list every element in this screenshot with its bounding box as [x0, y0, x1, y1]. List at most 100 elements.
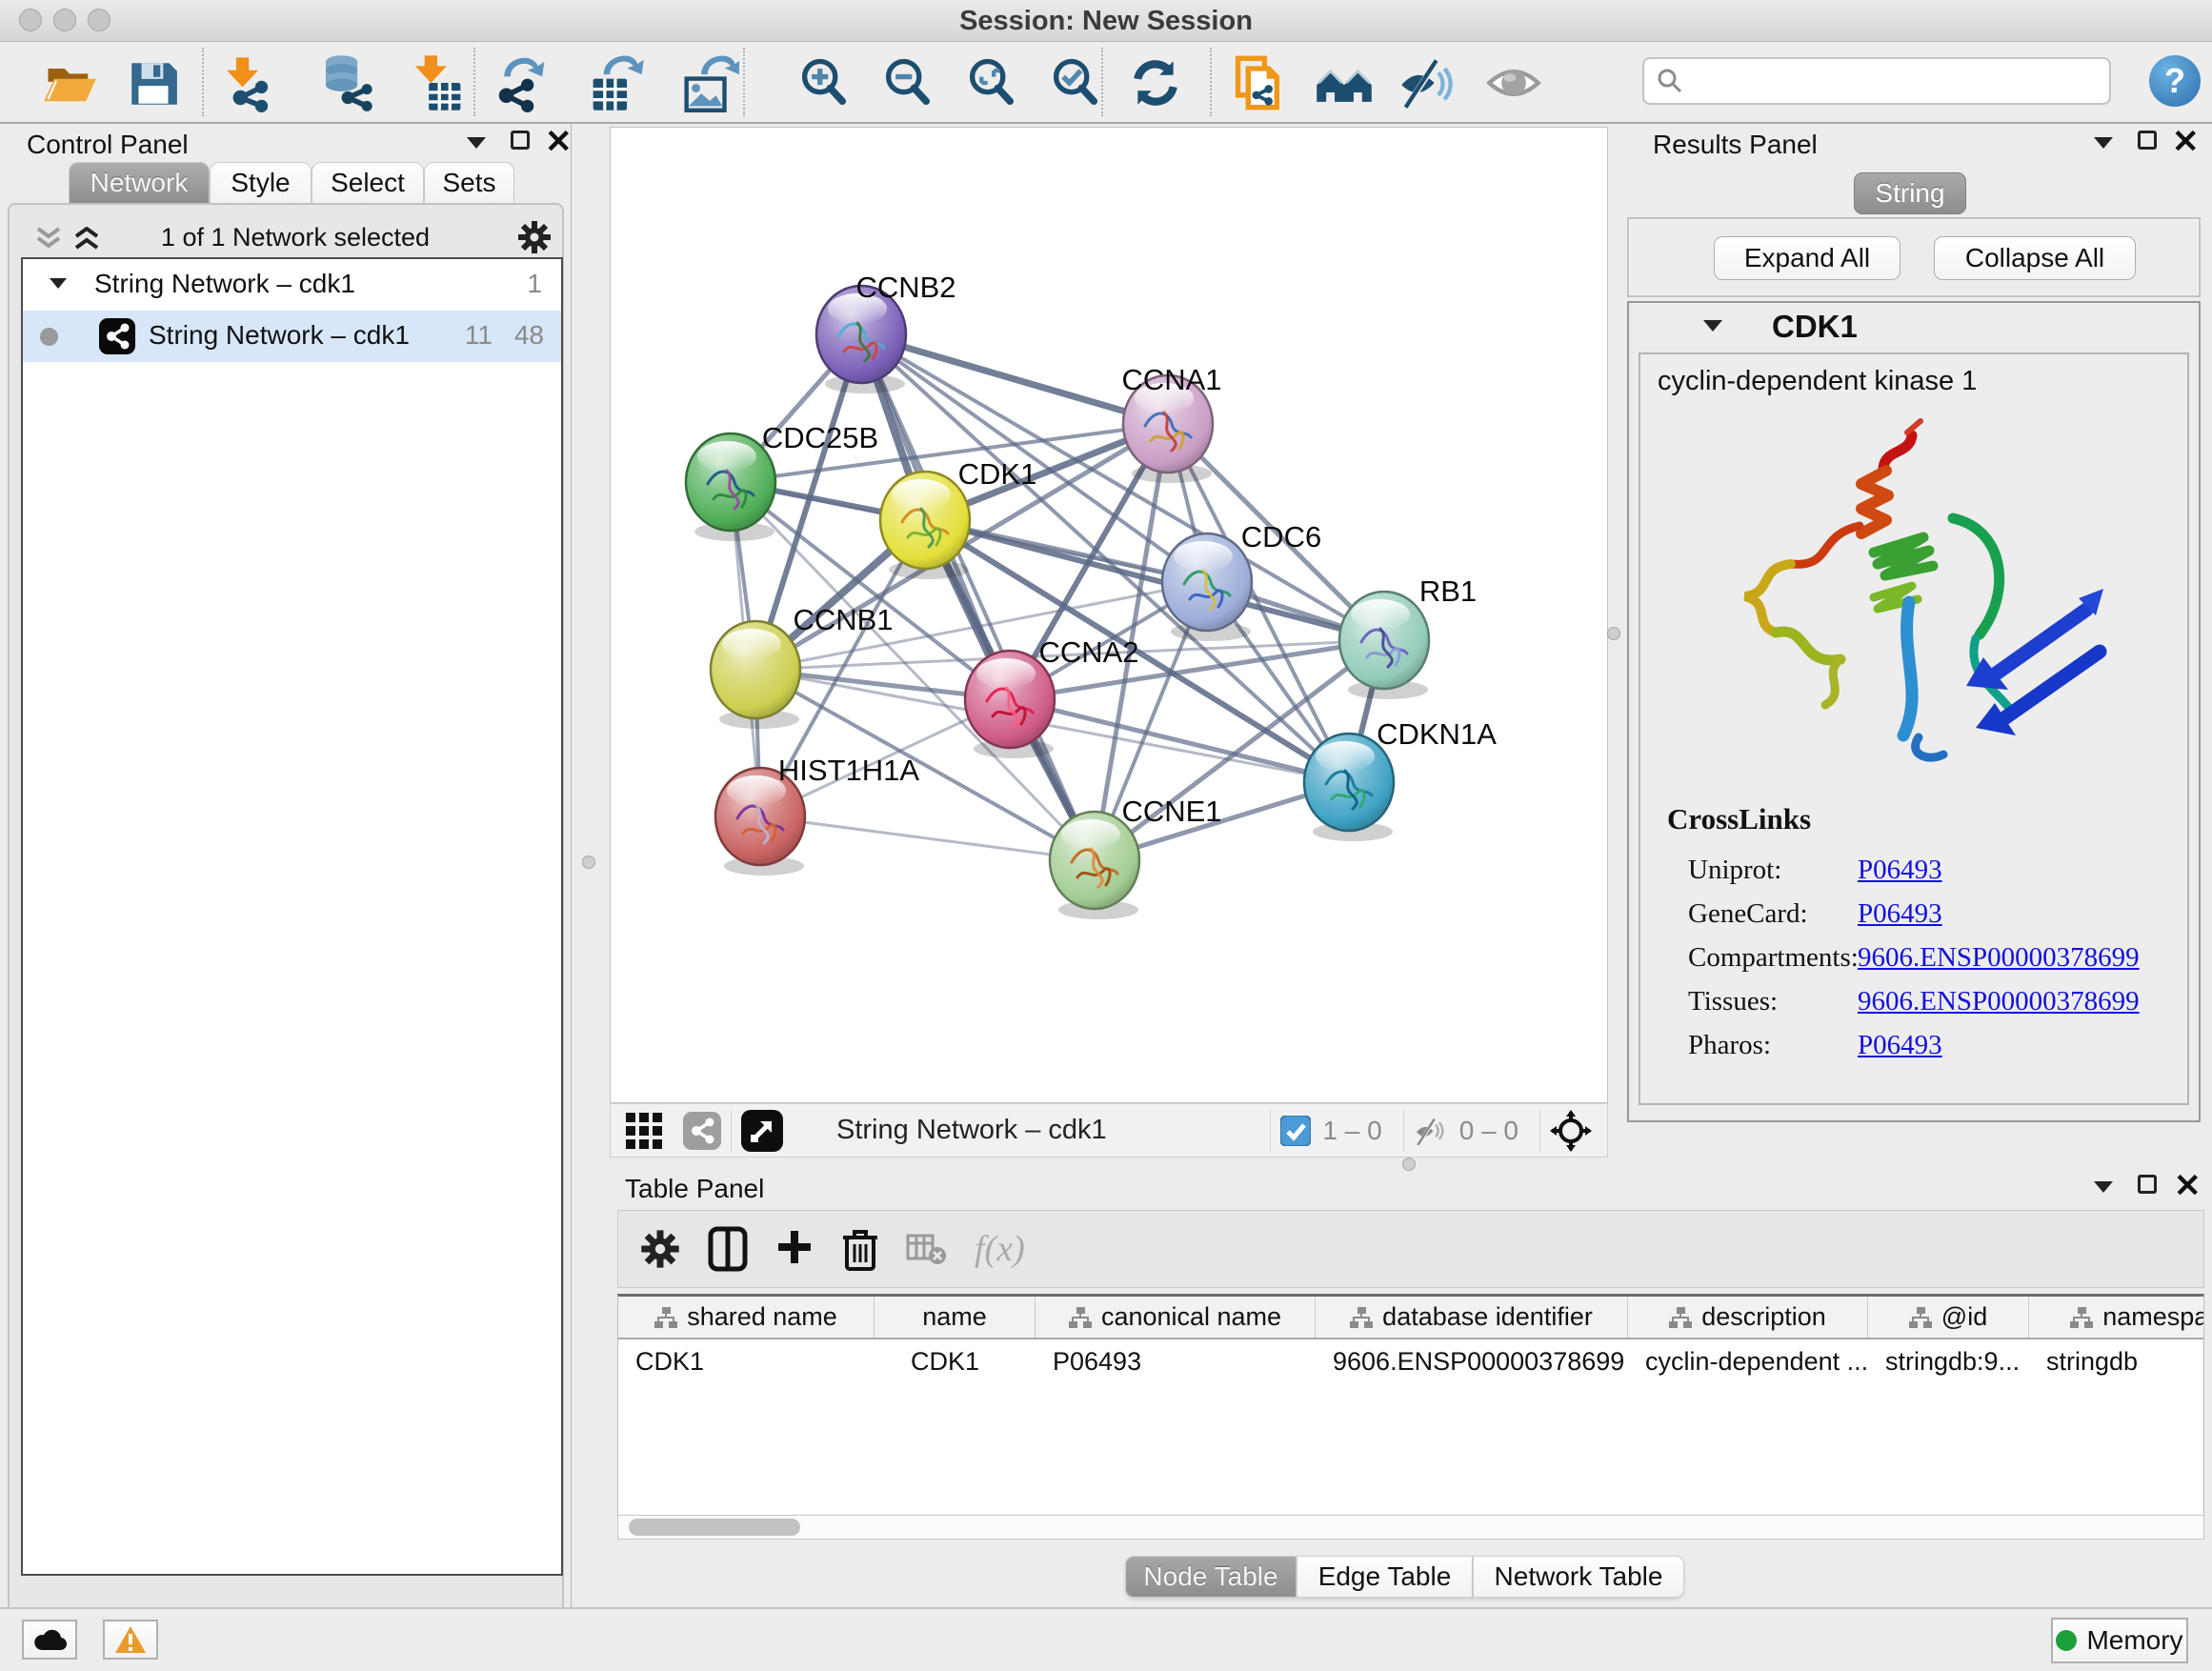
- vertical-splitter-handle[interactable]: [582, 856, 595, 869]
- memory-button[interactable]: Memory: [2051, 1618, 2188, 1663]
- memory-label: Memory: [2086, 1625, 2182, 1656]
- tab-edge-table[interactable]: Edge Table: [1297, 1556, 1473, 1598]
- status-bar: Memory: [0, 1607, 2212, 1671]
- gene-collapse-icon[interactable]: [1703, 320, 1722, 332]
- tab-network[interactable]: Network: [69, 162, 210, 204]
- crosslink-link[interactable]: 9606.ENSP00000378699: [1858, 942, 2140, 973]
- column-header[interactable]: description: [1628, 1297, 1868, 1338]
- cybrowser-home-button[interactable]: [1313, 51, 1376, 114]
- warning-button[interactable]: [103, 1620, 158, 1660]
- results-panel-float-icon[interactable]: [2138, 131, 2157, 150]
- network-canvas[interactable]: CCNB2CCNA1CDC25BCDK1CDC6RB1CCNB1CCNA2CDK…: [610, 127, 1608, 1103]
- column-header[interactable]: @id: [1868, 1297, 2029, 1338]
- tab-sets[interactable]: Sets: [424, 162, 514, 204]
- collapse-all-chevron-icon[interactable]: [34, 227, 63, 250]
- titlebar: Session: New Session: [0, 0, 2212, 42]
- birdseye-view-icon[interactable]: [741, 1110, 783, 1152]
- scrollbar-thumb[interactable]: [629, 1519, 800, 1536]
- string-app-icon: [99, 318, 135, 354]
- export-image-button[interactable]: [678, 51, 741, 114]
- zoom-out-icon: [879, 54, 936, 111]
- column-header[interactable]: canonical name: [1036, 1297, 1316, 1338]
- table-panel-menu-icon[interactable]: [2094, 1181, 2113, 1193]
- network-node-CDC6[interactable]: CDC6: [1162, 520, 1321, 641]
- network-node-CDKN1A[interactable]: CDKN1A: [1304, 717, 1497, 841]
- delete-column-icon[interactable]: [841, 1226, 879, 1272]
- table-row[interactable]: CDK1 CDK1 P06493 9606.ENSP00000378699 cy…: [618, 1339, 2203, 1381]
- import-network-file-button[interactable]: [215, 51, 278, 114]
- tab-style[interactable]: Style: [210, 162, 312, 204]
- show-columns-icon[interactable]: [708, 1226, 748, 1272]
- control-panel-menu-icon[interactable]: [467, 137, 486, 149]
- export-table-button[interactable]: [585, 51, 648, 114]
- crosslink-link[interactable]: P06493: [1858, 898, 1942, 929]
- string-view-icon[interactable]: [683, 1112, 721, 1150]
- gene-name: CDK1: [1772, 309, 1858, 345]
- column-header[interactable]: namespace: [2029, 1297, 2204, 1338]
- column-header[interactable]: name: [875, 1297, 1036, 1338]
- tree-expand-icon[interactable]: [50, 278, 67, 289]
- zoom-fit-button[interactable]: [960, 51, 1023, 114]
- control-panel-close-icon[interactable]: ✕: [545, 132, 573, 151]
- selected-checkbox-icon[interactable]: [1280, 1116, 1311, 1146]
- crosslink-link[interactable]: 9606.ENSP00000378699: [1858, 986, 2140, 1017]
- open-session-button[interactable]: [38, 51, 101, 114]
- search-input[interactable]: [1684, 66, 2084, 97]
- network-node-RB1[interactable]: RB1: [1339, 574, 1477, 699]
- import-table-icon: [408, 53, 467, 112]
- control-panel-float-icon[interactable]: [511, 131, 530, 150]
- network-node-HIST1H1A[interactable]: HIST1H1A: [715, 754, 919, 876]
- node-label: CDC6: [1241, 520, 1321, 554]
- control-panel: Control Panel ✕ Network Style Select Set…: [0, 124, 572, 1607]
- tab-select[interactable]: Select: [312, 162, 424, 204]
- hidden-eye-icon[interactable]: [1414, 1117, 1448, 1145]
- help-button[interactable]: ?: [2149, 55, 2201, 107]
- copy-annotations-button[interactable]: [1227, 51, 1290, 114]
- crosslink-link[interactable]: P06493: [1858, 855, 1942, 885]
- results-panel-menu-icon[interactable]: [2094, 137, 2113, 149]
- tab-node-table[interactable]: Node Table: [1125, 1556, 1297, 1598]
- node-label: CCNB2: [855, 271, 955, 304]
- collapse-all-button[interactable]: Collapse All: [1934, 236, 2136, 280]
- zoom-in-button[interactable]: [793, 51, 855, 114]
- table-gear-icon[interactable]: [639, 1228, 681, 1270]
- function-builder-icon[interactable]: f(x): [975, 1228, 1025, 1270]
- network-node-CCNB2[interactable]: CCNB2: [816, 271, 956, 393]
- cloud-button[interactable]: [22, 1620, 77, 1660]
- node-label: CCNB1: [793, 603, 893, 636]
- grid-view-icon[interactable]: [624, 1111, 664, 1151]
- network-edge[interactable]: [760, 816, 1095, 860]
- delete-table-icon[interactable]: [906, 1232, 948, 1266]
- crosslinks-title: CrossLinks: [1667, 802, 2140, 836]
- crosslink-row: Compartments:9606.ENSP00000378699: [1667, 936, 2140, 979]
- show-graphics-details-button[interactable]: [1482, 51, 1545, 114]
- node-label: RB1: [1419, 574, 1477, 608]
- hide-unhide-button[interactable]: [1395, 51, 1458, 114]
- expand-all-button[interactable]: Expand All: [1714, 236, 1900, 280]
- column-header[interactable]: shared name: [618, 1297, 875, 1338]
- gear-icon[interactable]: [516, 219, 553, 255]
- import-network-database-button[interactable]: [314, 51, 377, 114]
- refresh-view-button[interactable]: [1124, 51, 1187, 114]
- zoom-out-button[interactable]: [876, 51, 939, 114]
- tab-string[interactable]: String: [1854, 172, 1966, 214]
- fit-selected-crosshair-icon[interactable]: [1550, 1110, 1592, 1152]
- add-column-icon[interactable]: [774, 1229, 814, 1269]
- table-panel-close-icon[interactable]: ✕: [2174, 1177, 2202, 1196]
- table-panel-float-icon[interactable]: [2138, 1175, 2157, 1194]
- results-panel-close-icon[interactable]: ✕: [2172, 132, 2200, 151]
- table-horizontal-scrollbar[interactable]: [617, 1515, 2204, 1540]
- save-icon: [126, 55, 181, 111]
- horizontal-splitter-handle[interactable]: [1402, 1158, 1416, 1171]
- vertical-splitter-handle[interactable]: [1607, 627, 1620, 640]
- import-table-file-button[interactable]: [406, 51, 469, 114]
- network-collection-row[interactable]: String Network – cdk1 1: [23, 259, 561, 311]
- network-row[interactable]: String Network – cdk1 11 48: [23, 311, 561, 362]
- save-session-button[interactable]: [122, 51, 185, 114]
- zoom-fit-icon: [963, 54, 1020, 111]
- crosslink-link[interactable]: P06493: [1858, 1030, 1942, 1060]
- zoom-selected-button[interactable]: [1044, 51, 1107, 114]
- column-header[interactable]: database identifier: [1316, 1297, 1628, 1338]
- tab-network-table[interactable]: Network Table: [1473, 1556, 1684, 1598]
- export-network-button[interactable]: [490, 51, 553, 114]
